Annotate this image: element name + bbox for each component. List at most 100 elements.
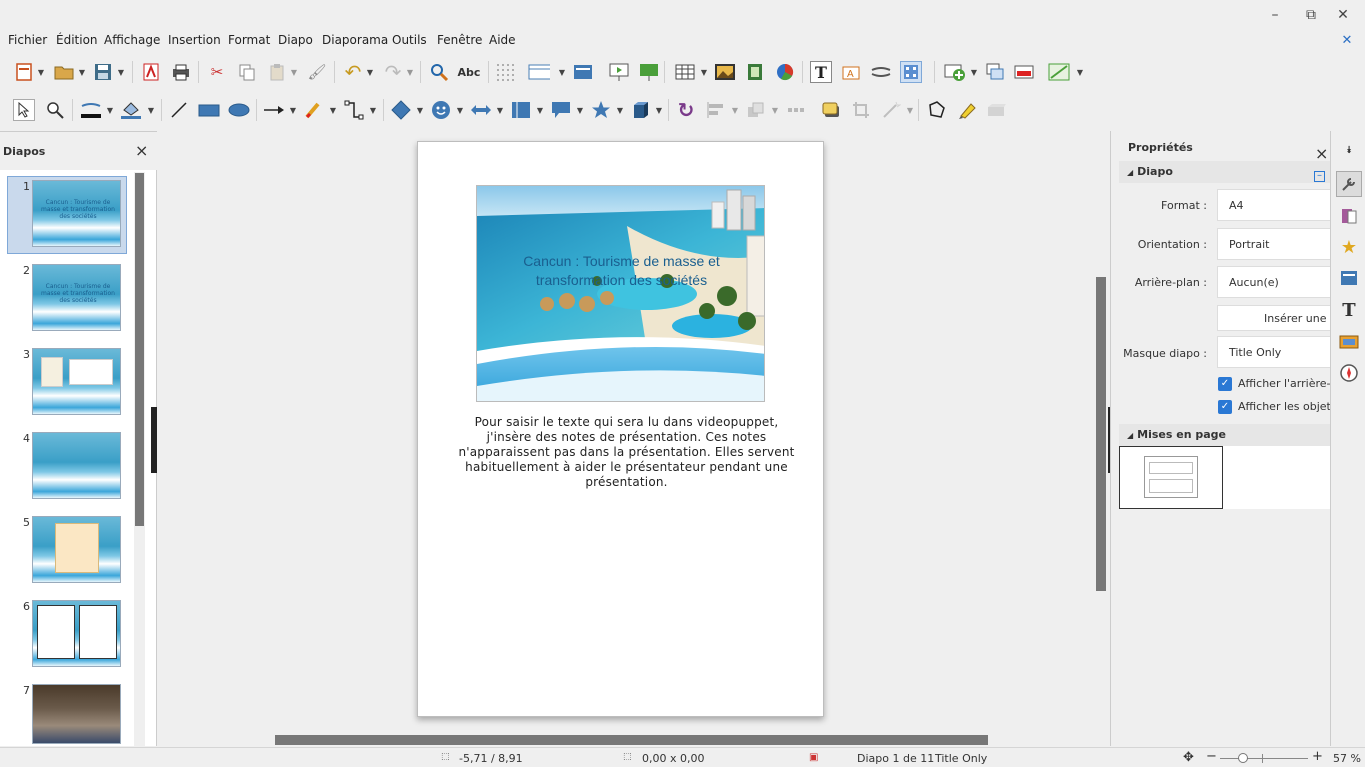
vertical-scrollbar[interactable] <box>1096 131 1108 746</box>
section-options-icon[interactable]: – <box>1314 171 1325 182</box>
slide-thumbnail-3[interactable] <box>32 348 121 415</box>
new-slide-icon[interactable] <box>944 61 966 83</box>
save-icon[interactable] <box>92 61 114 83</box>
callout-shapes-icon[interactable] <box>550 99 572 121</box>
chevron-down-icon[interactable]: ▼ <box>147 99 155 121</box>
chevron-down-icon[interactable]: ▼ <box>1076 61 1084 83</box>
minimize-button[interactable]: – <box>1265 6 1285 24</box>
master-slides-icon[interactable] <box>1336 265 1362 291</box>
insert-image-button[interactable]: Insérer une im <box>1217 305 1331 331</box>
fill-color-icon[interactable] <box>120 99 142 121</box>
animation-icon[interactable]: ★ <box>1336 234 1362 260</box>
zoom-pan-icon[interactable] <box>44 99 66 121</box>
master-slide-select[interactable]: Title Only <box>1217 336 1331 368</box>
paste-icon[interactable] <box>266 61 288 83</box>
slides-scrollbar[interactable] <box>134 172 145 747</box>
grid-icon[interactable] <box>494 61 516 83</box>
shadow-icon[interactable] <box>820 99 842 121</box>
fit-slide-icon[interactable]: ✥ <box>1183 750 1194 765</box>
menu-format[interactable]: Format <box>228 33 270 47</box>
arrange-icon[interactable] <box>745 99 767 121</box>
slides-panel-collapse-handle[interactable] <box>151 407 157 473</box>
block-arrows-icon[interactable] <box>470 99 492 121</box>
close-document-icon[interactable]: ✕ <box>1339 33 1355 49</box>
symbol-shapes-icon[interactable] <box>430 99 452 121</box>
show-background-checkbox[interactable]: ✓ <box>1218 377 1232 391</box>
connector-icon[interactable] <box>343 99 365 121</box>
slide-layout-icon[interactable] <box>1048 61 1070 83</box>
new-document-icon[interactable] <box>13 61 35 83</box>
slide-thumbnail-1[interactable]: Cancun : Tourisme de masse et transforma… <box>32 180 121 247</box>
vertical-scrollbar-thumb[interactable] <box>1096 277 1106 591</box>
chevron-down-icon[interactable]: ▼ <box>700 61 708 83</box>
basic-shapes-icon[interactable] <box>390 99 412 121</box>
toggle-extrusion-icon[interactable] <box>986 99 1008 121</box>
chevron-down-icon[interactable]: ▼ <box>576 99 584 121</box>
crop-icon[interactable] <box>850 99 872 121</box>
chevron-down-icon[interactable]: ▼ <box>496 99 504 121</box>
hyperlink-icon[interactable] <box>870 61 892 83</box>
zoom-slider-track[interactable] <box>1220 758 1308 759</box>
stars-icon[interactable] <box>590 99 612 121</box>
zoom-level[interactable]: 57 % <box>1333 752 1361 765</box>
chevron-down-icon[interactable]: ▼ <box>78 61 86 83</box>
display-views-icon[interactable] <box>528 61 550 83</box>
media-icon[interactable] <box>744 61 766 83</box>
align-objects-icon[interactable] <box>705 99 727 121</box>
menu-file[interactable]: Fichier <box>8 33 47 47</box>
chevron-down-icon[interactable]: ▼ <box>970 61 978 83</box>
section-layouts[interactable]: ◢ Mises en page <box>1119 424 1331 446</box>
show-objects-checkbox[interactable]: ✓ <box>1218 400 1232 414</box>
chevron-down-icon[interactable]: ▼ <box>771 99 779 121</box>
points-icon[interactable] <box>926 99 948 121</box>
chevron-down-icon[interactable]: ▼ <box>406 61 414 83</box>
close-window-button[interactable]: ✕ <box>1333 6 1353 24</box>
slide-thumbnail-2[interactable]: Cancun : Tourisme de masse et transforma… <box>32 264 121 331</box>
chart-icon[interactable] <box>774 61 796 83</box>
chevron-down-icon[interactable]: ▼ <box>117 61 125 83</box>
horizontal-scrollbar[interactable] <box>158 735 1094 746</box>
redo-icon[interactable]: ↷ <box>382 60 404 84</box>
chevron-down-icon[interactable]: ▼ <box>616 99 624 121</box>
distribution-icon[interactable] <box>785 99 807 121</box>
start-current-slide-icon[interactable] <box>638 61 660 83</box>
properties-icon[interactable] <box>1336 171 1362 197</box>
menu-insert[interactable]: Insertion <box>168 33 221 47</box>
background-select[interactable]: Aucun(e) <box>1217 266 1331 298</box>
menu-slide[interactable]: Diapo <box>278 33 313 47</box>
spelling-icon[interactable]: Abc <box>458 61 481 83</box>
filter-icon[interactable] <box>880 99 902 121</box>
chevron-down-icon[interactable]: ▼ <box>456 99 464 121</box>
chevron-down-icon[interactable]: ▼ <box>558 61 566 83</box>
menu-tools[interactable]: Outils <box>392 33 427 47</box>
print-icon[interactable] <box>170 61 192 83</box>
styles-icon[interactable]: T <box>1336 297 1362 323</box>
sidebar-settings-icon[interactable]: ⯯ <box>1336 137 1362 163</box>
slide-thumbnail-4[interactable] <box>32 432 121 499</box>
line-arrow-icon[interactable] <box>263 99 285 121</box>
open-folder-icon[interactable] <box>53 61 75 83</box>
chevron-down-icon[interactable]: ▼ <box>290 61 298 83</box>
glue-points-icon[interactable] <box>956 99 978 121</box>
fontwork-icon[interactable]: A <box>840 61 862 83</box>
zoom-slider-handle[interactable] <box>1238 753 1248 763</box>
chevron-down-icon[interactable]: ▼ <box>655 99 663 121</box>
chevron-down-icon[interactable]: ▼ <box>106 99 114 121</box>
document-modified-icon[interactable]: ▣ <box>809 752 818 763</box>
start-first-slide-icon[interactable] <box>608 61 630 83</box>
menu-window[interactable]: Fenêtre <box>437 33 482 47</box>
line-icon[interactable] <box>168 99 190 121</box>
menu-help[interactable]: Aide <box>489 33 516 47</box>
clone-formatting-icon[interactable]: 🖌 <box>306 61 328 83</box>
cut-icon[interactable]: ✂ <box>206 61 228 83</box>
restore-button[interactable]: ⧉ <box>1301 6 1321 24</box>
chevron-down-icon[interactable]: ▼ <box>329 99 337 121</box>
delete-slide-icon[interactable] <box>1014 61 1036 83</box>
navigator-icon[interactable] <box>1336 360 1362 386</box>
slides-panel-close-icon[interactable]: × <box>135 141 148 160</box>
layout-title-content[interactable] <box>1119 446 1223 509</box>
find-replace-icon[interactable] <box>428 61 450 83</box>
chevron-down-icon[interactable]: ▼ <box>416 99 424 121</box>
zoom-in-button[interactable]: + <box>1312 749 1323 764</box>
chevron-down-icon[interactable]: ▼ <box>731 99 739 121</box>
